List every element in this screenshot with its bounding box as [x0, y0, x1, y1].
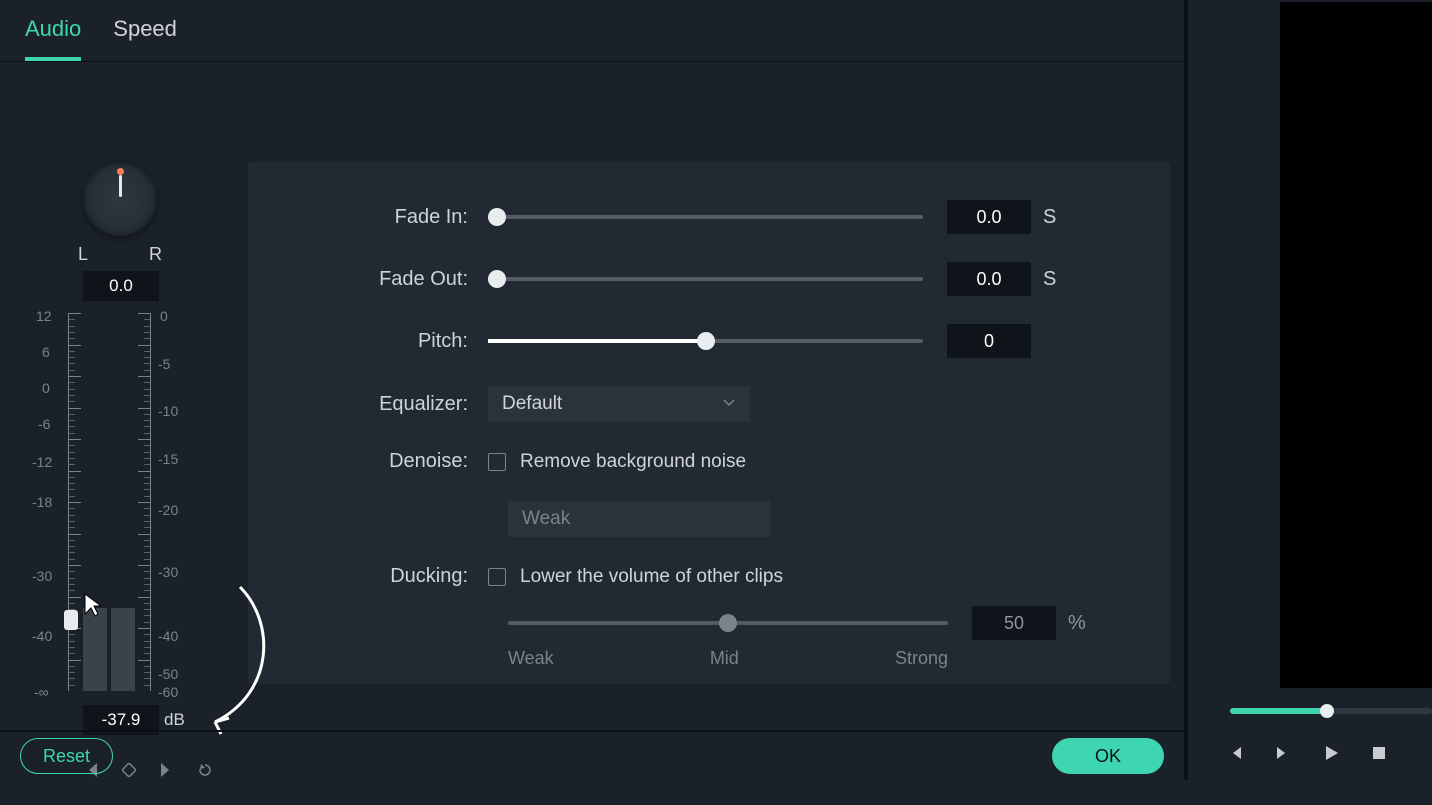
volume-scale-right-1: -5 [158, 356, 170, 372]
volume-unit-label: dB [164, 710, 185, 730]
volume-scale-right-4: -20 [158, 502, 178, 518]
fade-in-slider[interactable] [488, 215, 923, 219]
prev-frame-button[interactable] [1224, 742, 1246, 764]
ok-button[interactable]: OK [1052, 738, 1164, 774]
tabs: Audio Speed [0, 0, 1184, 62]
volume-scale-right-7: -50 [158, 666, 178, 682]
pan-value-input[interactable]: 0.0 [83, 271, 159, 301]
fade-in-input[interactable]: 0.0 [947, 200, 1031, 234]
stop-button[interactable] [1368, 742, 1390, 764]
volume-scale-right-6: -40 [158, 628, 178, 644]
equalizer-label: Equalizer: [278, 393, 488, 416]
volume-scale-left-7: -40 [32, 628, 52, 644]
fade-in-label: Fade In: [278, 206, 488, 229]
fade-out-label: Fade Out: [278, 268, 488, 291]
reset-button[interactable]: Reset [20, 738, 113, 774]
next-frame-button[interactable] [1272, 742, 1294, 764]
denoise-checkbox[interactable] [488, 453, 506, 471]
volume-scale-left-6: -30 [32, 568, 52, 584]
volume-scale-right-2: -10 [158, 403, 178, 419]
fade-in-unit: S [1043, 206, 1056, 229]
chevron-down-icon [722, 393, 736, 415]
video-preview [1280, 2, 1432, 688]
equalizer-selected: Default [502, 393, 562, 415]
ducking-mark-weak: Weak [508, 648, 554, 669]
panel-separator [1184, 0, 1188, 780]
ducking-mark-mid: Mid [710, 648, 739, 669]
volume-scale-right-5: -30 [158, 564, 178, 580]
equalizer-dropdown[interactable]: Default [488, 386, 750, 422]
ducking-input: 50 [972, 606, 1056, 640]
denoise-label: Denoise: [278, 450, 488, 473]
tab-speed[interactable]: Speed [113, 4, 177, 61]
volume-scale-left-4: -12 [32, 454, 52, 470]
ducking-unit: % [1068, 612, 1086, 635]
pan-right-label: R [149, 244, 162, 265]
level-meter-bars [83, 313, 136, 691]
fade-out-input[interactable]: 0.0 [947, 262, 1031, 296]
volume-scale-left-5: -18 [32, 494, 52, 510]
fade-out-slider[interactable] [488, 277, 923, 281]
denoise-level-dropdown: Weak [508, 501, 770, 537]
volume-scale-right-8: -60 [158, 684, 178, 700]
volume-scale-left-2: 0 [42, 380, 50, 396]
pitch-label: Pitch: [278, 330, 488, 353]
volume-scale-left-0: 12 [36, 308, 52, 324]
volume-slider-handle[interactable] [64, 610, 78, 630]
pan-indicator-dot [117, 168, 124, 175]
denoise-checkbox-label: Remove background noise [520, 451, 746, 473]
play-button[interactable] [1320, 742, 1342, 764]
ducking-label: Ducking: [278, 565, 488, 588]
pan-knob[interactable] [83, 162, 157, 236]
ducking-checkbox[interactable] [488, 568, 506, 586]
volume-scale-left-1: 6 [42, 344, 50, 360]
playback-progress[interactable] [1230, 708, 1432, 714]
fade-out-unit: S [1043, 268, 1056, 291]
pan-indicator-line [119, 175, 122, 197]
volume-scale-right-0: 0 [160, 308, 168, 324]
tab-audio[interactable]: Audio [25, 4, 81, 61]
ducking-mark-strong: Strong [895, 648, 948, 669]
volume-scale-right-3: -15 [158, 451, 178, 467]
pitch-input[interactable]: 0 [947, 324, 1031, 358]
audio-settings-panel: Fade In: 0.0 S Fade Out: 0.0 S Pitch: [248, 162, 1170, 684]
pan-left-label: L [78, 244, 88, 265]
ducking-checkbox-label: Lower the volume of other clips [520, 566, 783, 588]
volume-scale-left-3: -6 [38, 416, 50, 432]
ducking-slider [508, 621, 948, 625]
volume-scale-left-8: -∞ [34, 684, 49, 700]
pitch-slider[interactable] [488, 339, 923, 343]
